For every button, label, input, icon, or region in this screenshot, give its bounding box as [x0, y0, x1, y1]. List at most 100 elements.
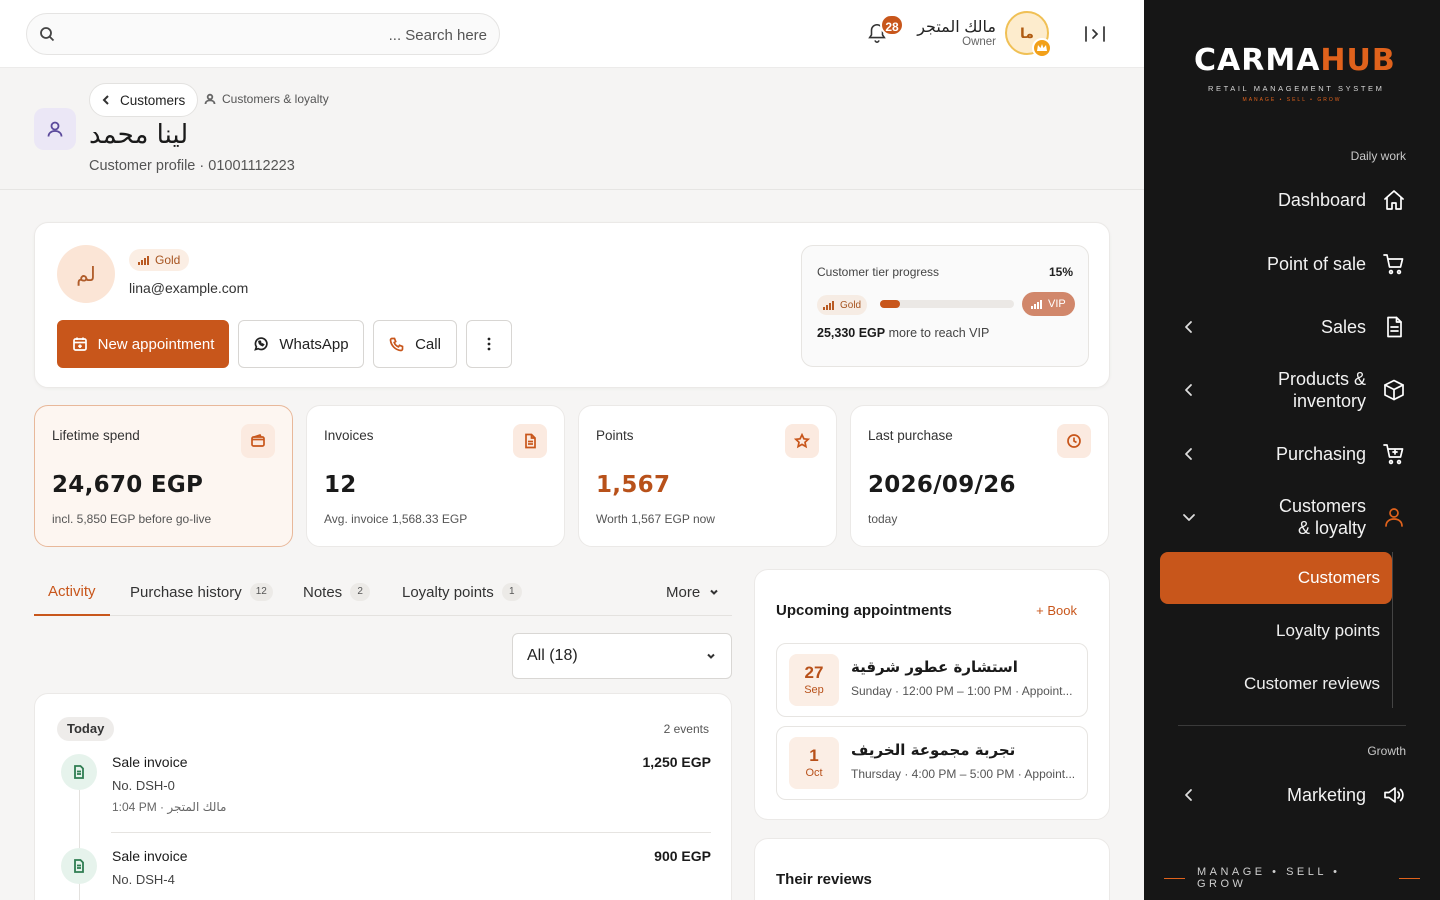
- tab-purchase-history[interactable]: Purchase history 12: [130, 568, 273, 616]
- sidebar-divider: [1178, 725, 1406, 726]
- tier-progress-panel: Customer tier progress 15% Gold VIP 25,3…: [801, 245, 1089, 367]
- sidebar-item-sales[interactable]: Sales: [1321, 315, 1406, 339]
- activity-filter-select[interactable]: All (18): [512, 633, 732, 679]
- footer-tagline: MANAGE • SELL • GROW: [1196, 866, 1341, 890]
- document-icon: [1382, 315, 1406, 339]
- logo-text-2: HUB: [1320, 43, 1396, 78]
- stat-points: Points 1,567 Worth 1,567 EGP now: [578, 405, 837, 547]
- activity-number: No. DSH-4: [112, 872, 175, 887]
- kebab-menu-icon: [487, 337, 491, 351]
- chevron-down-icon: [707, 653, 715, 659]
- stat-value: 1,567: [596, 472, 671, 498]
- sidebar-item-label: Purchasing: [1275, 443, 1366, 464]
- cart-plus-icon: [1382, 442, 1406, 466]
- customer-icon: [34, 108, 76, 150]
- stat-footnote: Avg. invoice 1,568.33 EGP: [324, 512, 468, 526]
- stat-label: Points: [596, 428, 634, 443]
- chevron-left-icon[interactable]: [1182, 320, 1196, 334]
- chevron-left-icon[interactable]: [1182, 383, 1196, 397]
- sidebar-item-customers-loyalty[interactable]: Customers & loyalty: [1266, 495, 1406, 539]
- notification-badge: 28: [880, 14, 904, 36]
- chevron-down-icon[interactable]: [1182, 510, 1196, 524]
- user-icon: [204, 93, 216, 105]
- document-icon: [513, 424, 547, 458]
- appointment-meta: Sunday · 12:00 PM – 1:00 PM · Appoint...: [851, 684, 1073, 698]
- stat-footnote: incl. 5,850 EGP before go-live: [52, 512, 212, 526]
- chevron-down-icon: [710, 589, 718, 595]
- upcoming-appointments-card: Upcoming appointments + Book 27 Sep استش…: [754, 569, 1110, 820]
- whatsapp-button[interactable]: WhatsApp: [238, 320, 364, 368]
- profile-tabs: Activity Purchase history 12 Notes 2 Loy…: [34, 568, 732, 616]
- sidebar-item-purchasing[interactable]: Purchasing: [1276, 442, 1406, 466]
- more-actions-button[interactable]: [466, 320, 512, 368]
- page-subtitle: Customer profile · 01001112223: [89, 158, 295, 174]
- logo-text-1: CARMA: [1194, 43, 1321, 78]
- calendar-plus-icon: [72, 337, 87, 351]
- sidebar-item-label: Customers & loyalty: [1278, 496, 1366, 538]
- tab-activity[interactable]: Activity: [34, 568, 110, 616]
- sidebar-item-marketing[interactable]: Marketing: [1287, 783, 1406, 807]
- box-icon: [1382, 378, 1406, 402]
- call-button[interactable]: Call: [373, 320, 457, 368]
- search-input[interactable]: [67, 22, 487, 48]
- book-appointment-link[interactable]: + Book: [1036, 603, 1077, 618]
- sidebar-item-label: Point of sale: [1266, 253, 1366, 274]
- tier-progress-percent: 15%: [1048, 265, 1073, 279]
- tab-count: 2: [350, 583, 371, 601]
- sidebar-item-label: Sales: [1320, 316, 1366, 337]
- tab-label: Notes: [303, 583, 343, 601]
- new-appointment-button[interactable]: New appointment: [57, 320, 229, 368]
- page-title: لينا محمد: [89, 120, 189, 150]
- sidebar-item-dashboard[interactable]: Dashboard: [1278, 188, 1406, 212]
- sidebar-item-label: Products & inventory: [1277, 369, 1366, 411]
- appointment-date: 1 Oct: [789, 737, 839, 789]
- activity-feed: Today 2 events Sale invoice 1,250 EGP No…: [34, 693, 732, 900]
- sidebar-item-point-of-sale[interactable]: Point of sale: [1267, 252, 1406, 276]
- logo-tagline: MANAGE • SELL • GROW: [1242, 97, 1342, 103]
- chevron-left-icon[interactable]: [1182, 447, 1196, 461]
- star-icon: [785, 424, 819, 458]
- back-to-customers-button[interactable]: Customers: [89, 83, 199, 117]
- section-label-growth: Growth: [1367, 744, 1406, 758]
- sidebar-subitem-customers[interactable]: Customers: [1160, 552, 1392, 604]
- events-count: 2 events: [663, 722, 709, 736]
- sidebar-item-products-inventory[interactable]: Products & inventory: [1266, 368, 1406, 412]
- signal-bars-icon: [1031, 299, 1042, 309]
- tab-label: Activity: [48, 582, 96, 600]
- activity-time: 1:04 PM · مالك المتجر: [112, 800, 227, 814]
- phone-icon: [389, 337, 404, 352]
- whatsapp-icon: [254, 337, 269, 351]
- sidebar-subitem-loyalty-points[interactable]: Loyalty points: [1160, 605, 1392, 657]
- chevron-left-icon[interactable]: [1182, 788, 1196, 802]
- home-icon: [1382, 188, 1406, 212]
- tab-more[interactable]: More: [666, 568, 720, 616]
- logo: CARMAHUB RETAIL MANAGEMENT SYSTEM MANAGE…: [1194, 43, 1395, 108]
- tier-progress-fill: [880, 300, 901, 308]
- tab-loyalty-points[interactable]: Loyalty points 1: [402, 568, 522, 616]
- activity-title: Sale invoice: [112, 848, 188, 864]
- appointment-item[interactable]: 1 Oct تجربة مجموعة الخريف Thursday · 4:0…: [776, 726, 1088, 800]
- stat-value: 12: [324, 472, 357, 498]
- tier-badge-label: Gold: [155, 253, 181, 267]
- appointment-day: 27: [804, 663, 824, 682]
- megaphone-icon: [1382, 783, 1406, 807]
- sidebar-subitem-customer-reviews[interactable]: Customer reviews: [1160, 658, 1392, 710]
- customer-email: lina@example.com: [129, 280, 249, 296]
- cart-icon: [1382, 252, 1406, 276]
- chevron-left-icon: [102, 95, 109, 105]
- tier-reach-amount: 25,330 EGP: [817, 326, 886, 340]
- search-box[interactable]: [26, 13, 500, 55]
- stat-footnote: Worth 1,567 EGP now: [596, 512, 715, 526]
- tab-notes[interactable]: Notes 2: [303, 568, 371, 616]
- sidebar-toggle-icon[interactable]: [1084, 24, 1106, 44]
- call-label: Call: [415, 335, 441, 353]
- date-group-label: Today: [57, 717, 115, 741]
- invoice-icon: [61, 848, 97, 884]
- stat-invoices: Invoices 12 Avg. invoice 1,568.33 EGP: [306, 405, 565, 547]
- appointment-item[interactable]: 27 Sep استشارة عطور شرقية Sunday · 12:00…: [776, 643, 1088, 717]
- customer-avatar: لم: [57, 245, 115, 303]
- back-button-label: Customers: [120, 92, 186, 108]
- breadcrumb-current: Customers & loyalty: [222, 92, 329, 106]
- tier-from-chip: Gold: [817, 295, 868, 315]
- appointment-meta: Thursday · 4:00 PM – 5:00 PM · Appoint..…: [851, 767, 1076, 781]
